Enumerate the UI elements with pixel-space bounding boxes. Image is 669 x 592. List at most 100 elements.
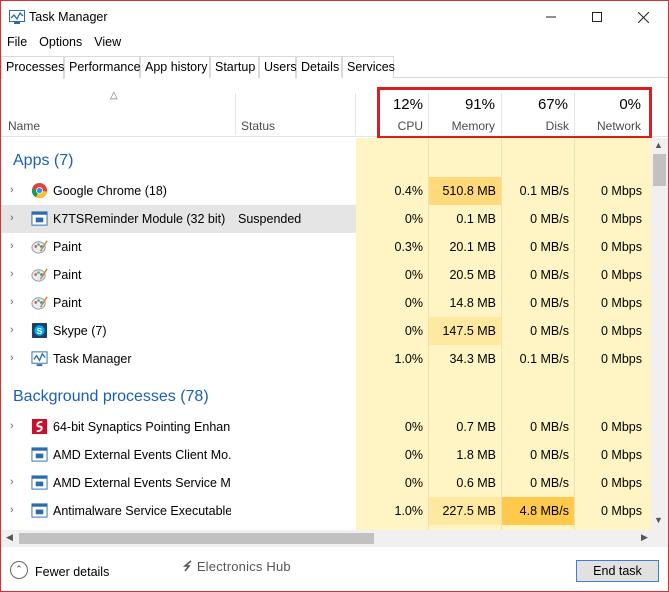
expand-chevron-icon[interactable]: ›: [10, 324, 14, 336]
table-row[interactable]: › Paint 0% 14.8 MB 0 MB/s 0 Mbps: [1, 289, 651, 317]
end-task-button[interactable]: End task: [576, 560, 659, 582]
window-title: Task Manager: [29, 10, 108, 24]
cpu-cell: 0%: [404, 212, 423, 226]
tab-app-history[interactable]: App history: [140, 56, 210, 78]
memory-cell: 0.7 MB: [456, 420, 496, 434]
disk-cell: 0 MB/s: [530, 448, 569, 462]
network-cell: 0 Mbps: [601, 184, 642, 198]
column-divider: [501, 138, 502, 530]
process-name: Paint: [53, 240, 82, 254]
horizontal-scroll-thumb[interactable]: [19, 533, 374, 544]
memory-cell: 0.6 MB: [456, 476, 496, 490]
expand-chevron-icon[interactable]: ›: [10, 240, 14, 252]
disk-cell: 0 MB/s: [530, 420, 569, 434]
scroll-right-icon[interactable]: ▶: [641, 532, 648, 543]
window-app-icon: [31, 503, 48, 518]
table-row[interactable]: › S Skype (7) 0% 147.5 MB 0 MB/s 0 Mbps: [1, 317, 651, 345]
expand-chevron-icon[interactable]: ›: [10, 504, 14, 516]
cpu-cell: 0.4%: [394, 184, 424, 198]
disk-cell: 0 MB/s: [530, 240, 569, 254]
network-cell: 0 Mbps: [601, 476, 642, 490]
disk-cell: 0 MB/s: [530, 268, 569, 282]
table-row[interactable]: › AMD External Events Service M... 0% 0.…: [1, 469, 651, 497]
scroll-up-icon[interactable]: ▲: [654, 140, 663, 150]
group-header-background[interactable]: Background processes (78): [13, 388, 209, 406]
expand-chevron-icon[interactable]: ›: [10, 268, 14, 280]
tab-users[interactable]: Users: [259, 56, 297, 78]
vertical-scrollbar[interactable]: ▲ ▼: [651, 138, 668, 530]
process-list: Apps (7) › Google Chrome (18) 0.4% 510.8…: [1, 138, 651, 530]
expand-chevron-icon[interactable]: ›: [10, 296, 14, 308]
table-row[interactable]: › 64-bit Synaptics Pointing Enhan... 0% …: [1, 413, 651, 441]
highlight-box: [377, 87, 652, 139]
tab-startup[interactable]: Startup: [210, 56, 259, 78]
minimize-icon: [546, 16, 556, 18]
close-icon: [637, 11, 649, 23]
header-name[interactable]: Name: [8, 119, 40, 133]
process-name: Antimalware Service Executable: [53, 504, 231, 518]
chrome-icon: [31, 182, 48, 199]
process-name: Paint: [53, 268, 82, 282]
minimize-button[interactable]: [528, 1, 574, 33]
cpu-cell: 0%: [404, 476, 423, 490]
skype-icon: S: [31, 322, 48, 339]
process-name: AMD External Events Client Mo...: [53, 448, 231, 462]
table-row[interactable]: AMD External Events Client Mo... 0% 1.8 …: [1, 441, 651, 469]
memory-cell: 20.1 MB: [449, 240, 496, 254]
paint-icon: [31, 268, 48, 282]
menu-view[interactable]: View: [88, 33, 127, 53]
tab-services[interactable]: Services: [342, 56, 395, 78]
network-cell: 0 Mbps: [601, 324, 642, 338]
cpu-cell: 1.0%: [394, 352, 424, 366]
tab-performance[interactable]: Performance: [64, 56, 141, 78]
table-row[interactable]: › Paint 0.3% 20.1 MB 0 MB/s 0 Mbps: [1, 233, 651, 261]
table-row[interactable]: › Antimalware Service Executable 1.0% 22…: [1, 497, 651, 525]
tab-details[interactable]: Details: [296, 56, 342, 78]
watermark-logo: Electronics Hub: [182, 559, 291, 574]
menu-file[interactable]: File: [1, 33, 33, 53]
column-divider: [428, 138, 429, 530]
disk-cell: 0 MB/s: [530, 296, 569, 310]
memory-cell: 510.8 MB: [429, 177, 501, 205]
expand-chevron-icon[interactable]: ›: [10, 184, 14, 196]
maximize-button[interactable]: [574, 1, 620, 33]
header-status[interactable]: Status: [241, 119, 275, 133]
disk-cell: 4.8 MB/s: [502, 497, 574, 525]
process-name: Google Chrome (18): [53, 184, 167, 198]
table-row[interactable]: › Google Chrome (18) 0.4% 510.8 MB 0.1 M…: [1, 177, 651, 205]
cpu-cell: 0.3%: [394, 240, 424, 254]
scroll-down-icon[interactable]: ▼: [654, 515, 663, 525]
group-header-apps[interactable]: Apps (7): [13, 152, 73, 170]
expand-chevron-icon[interactable]: ›: [10, 352, 14, 364]
table-row[interactable]: › Paint 0% 20.5 MB 0 MB/s 0 Mbps: [1, 261, 651, 289]
svg-text:S: S: [37, 326, 43, 336]
expand-chevron-icon[interactable]: ›: [10, 420, 14, 432]
sort-caret-icon[interactable]: △: [110, 90, 118, 101]
memory-cell: 227.5 MB: [429, 497, 501, 525]
expand-chevron-icon[interactable]: ›: [10, 476, 14, 488]
table-row[interactable]: › Task Manager 1.0% 34.3 MB 0.1 MB/s 0 M…: [1, 345, 651, 373]
process-name: Task Manager: [53, 352, 132, 366]
menu-options[interactable]: Options: [33, 33, 88, 53]
vertical-scroll-thumb[interactable]: [653, 154, 666, 186]
network-cell: 0 Mbps: [601, 448, 642, 462]
watermark-text: Electronics Hub: [196, 559, 291, 574]
horizontal-scrollbar[interactable]: ◀ ▶: [1, 530, 668, 547]
expand-chevron-icon[interactable]: ›: [10, 212, 14, 224]
disk-cell: 0.1 MB/s: [519, 352, 569, 366]
table-row[interactable]: › K7TSReminder Module (32 bit) Suspended…: [1, 205, 651, 233]
memory-cell: 0.1 MB: [456, 212, 496, 226]
process-name: 64-bit Synaptics Pointing Enhan...: [53, 420, 231, 434]
chevron-up-icon[interactable]: ⌃: [10, 561, 28, 579]
scroll-left-icon[interactable]: ◀: [6, 532, 13, 543]
task-manager-icon: [31, 351, 48, 367]
tab-processes[interactable]: Processes: [1, 56, 64, 79]
header-divider: [235, 93, 236, 135]
close-button[interactable]: [620, 1, 666, 33]
network-cell: 0 Mbps: [601, 296, 642, 310]
paint-icon: [31, 296, 48, 310]
fewer-details-link[interactable]: Fewer details: [35, 565, 109, 579]
window-app-icon: [31, 475, 48, 490]
memory-cell: 14.8 MB: [449, 296, 496, 310]
header-divider: [355, 93, 356, 135]
